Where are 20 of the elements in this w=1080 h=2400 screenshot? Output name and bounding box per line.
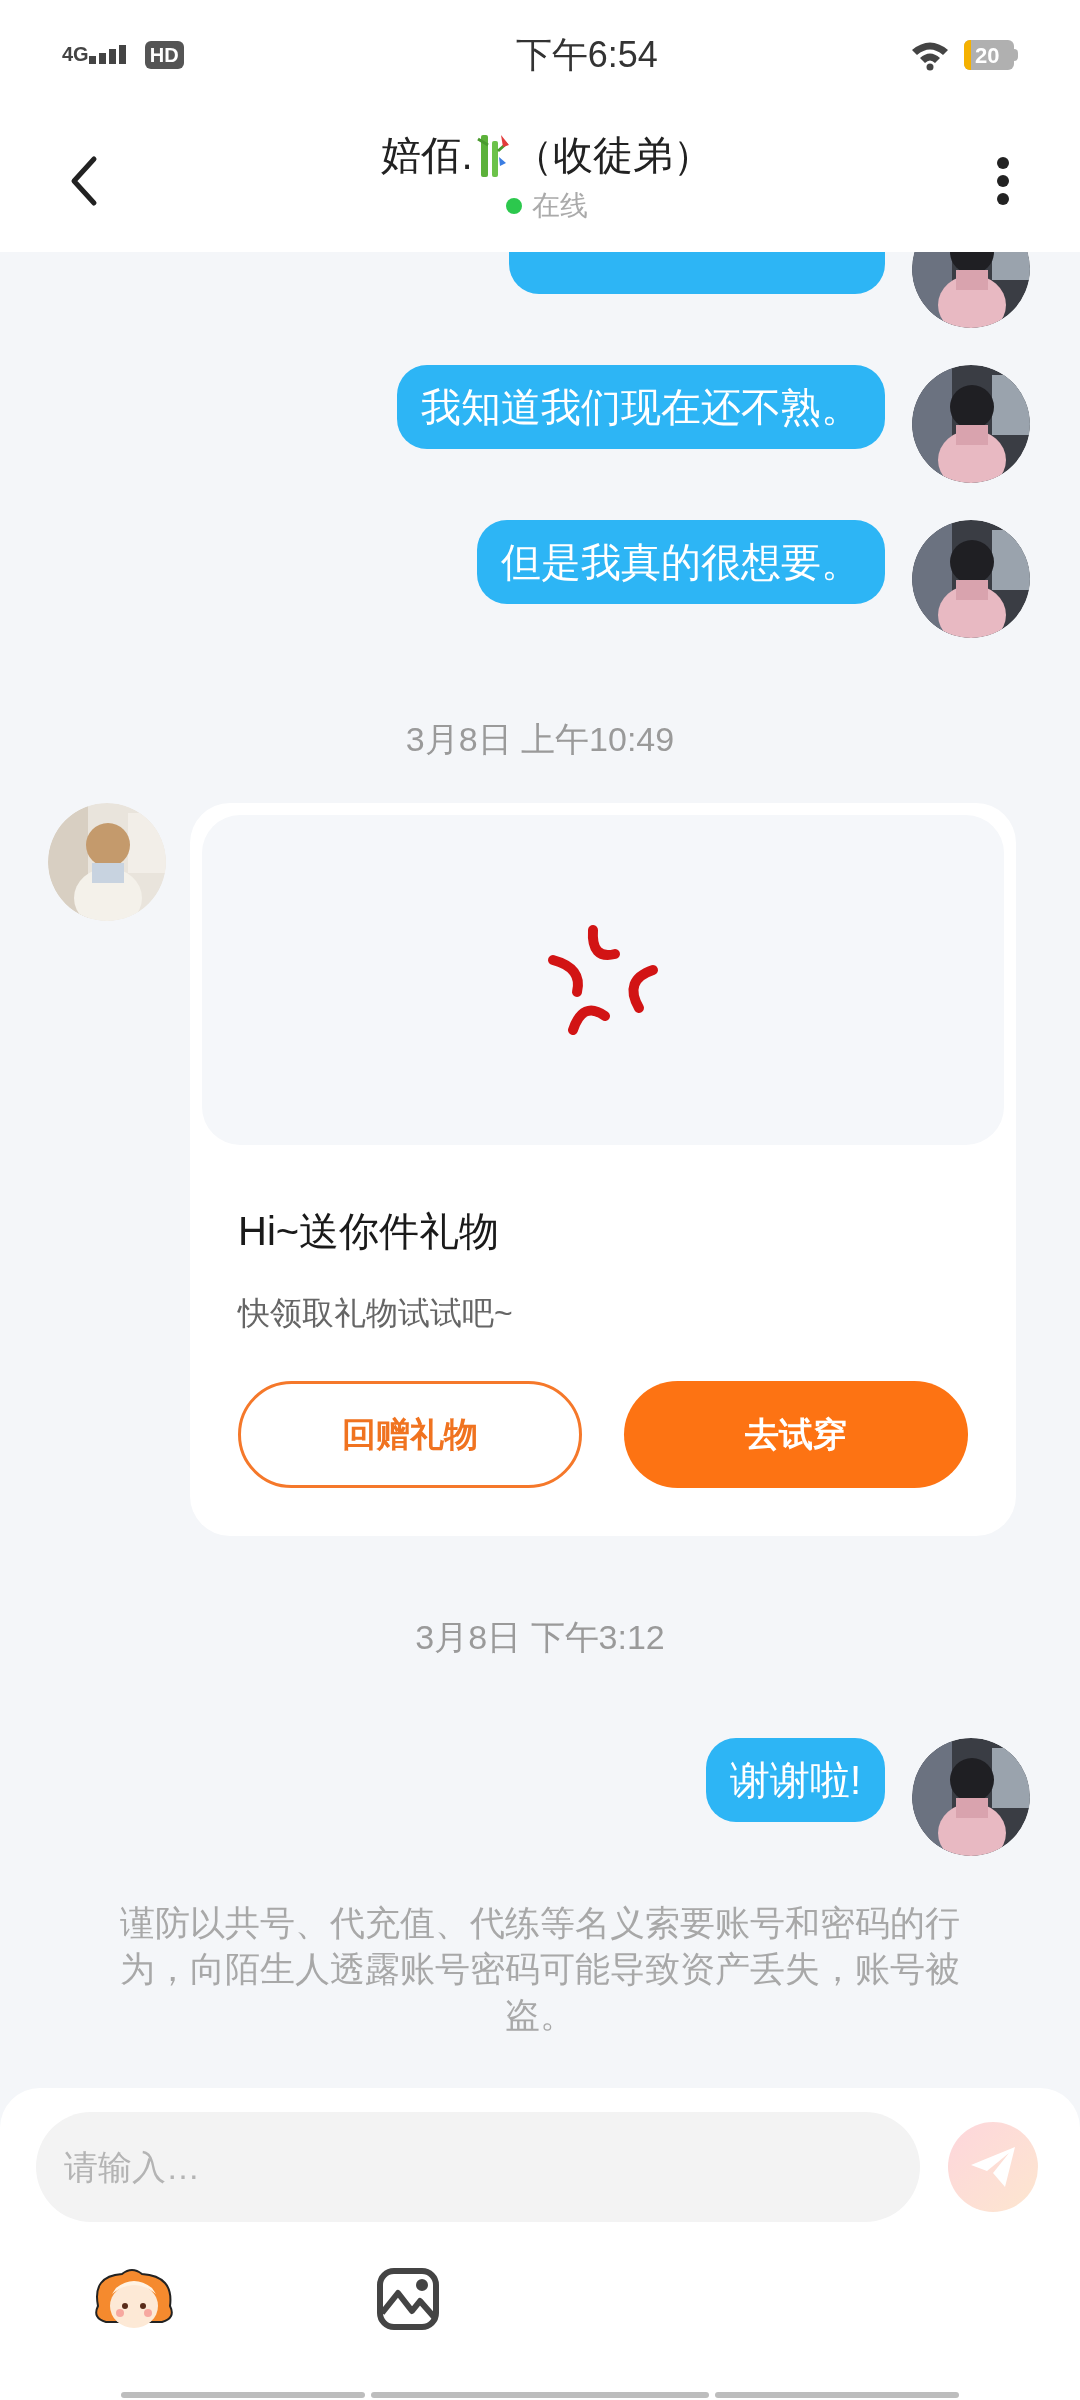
send-icon <box>969 2145 1017 2189</box>
contact-name: 婄佰. <box>381 132 473 179</box>
gift-subtitle: 快领取礼物试试吧~ <box>236 1294 514 1333</box>
gift-title: Hi~送你件礼物 <box>237 1208 501 1255</box>
message-bubble: 谢谢啦! <box>705 1738 885 1822</box>
return-gift-button[interactable]: 回赠礼物 <box>238 1381 582 1488</box>
more-icon[interactable] <box>996 156 1010 206</box>
hd-badge: HD <box>144 41 184 69</box>
message-bubble: 我知道我们现在还不熟。 <box>397 365 885 449</box>
message-bubble: 但是我真的很想要。 <box>477 520 885 604</box>
contact-tag: （收徒弟） <box>512 125 713 185</box>
back-icon[interactable] <box>70 155 98 207</box>
timestamp: 3月8日 下午3:12 <box>415 1617 665 1658</box>
clock: 下午6:54 <box>515 33 658 77</box>
security-notice: 谨防以共号、代充值、代练等名义索要账号和密码的行为，向陌生人透露账号密码可能导致资产丢失，账号被盗。 <box>119 1902 961 2036</box>
try-on-button[interactable]: 去试穿 <box>624 1381 968 1488</box>
image-icon[interactable] <box>376 2267 440 2331</box>
message-input[interactable]: 请输入… <box>36 2112 920 2222</box>
timestamp: 3月8日 上午10:49 <box>405 719 675 760</box>
online-status: 在线 <box>532 189 588 223</box>
